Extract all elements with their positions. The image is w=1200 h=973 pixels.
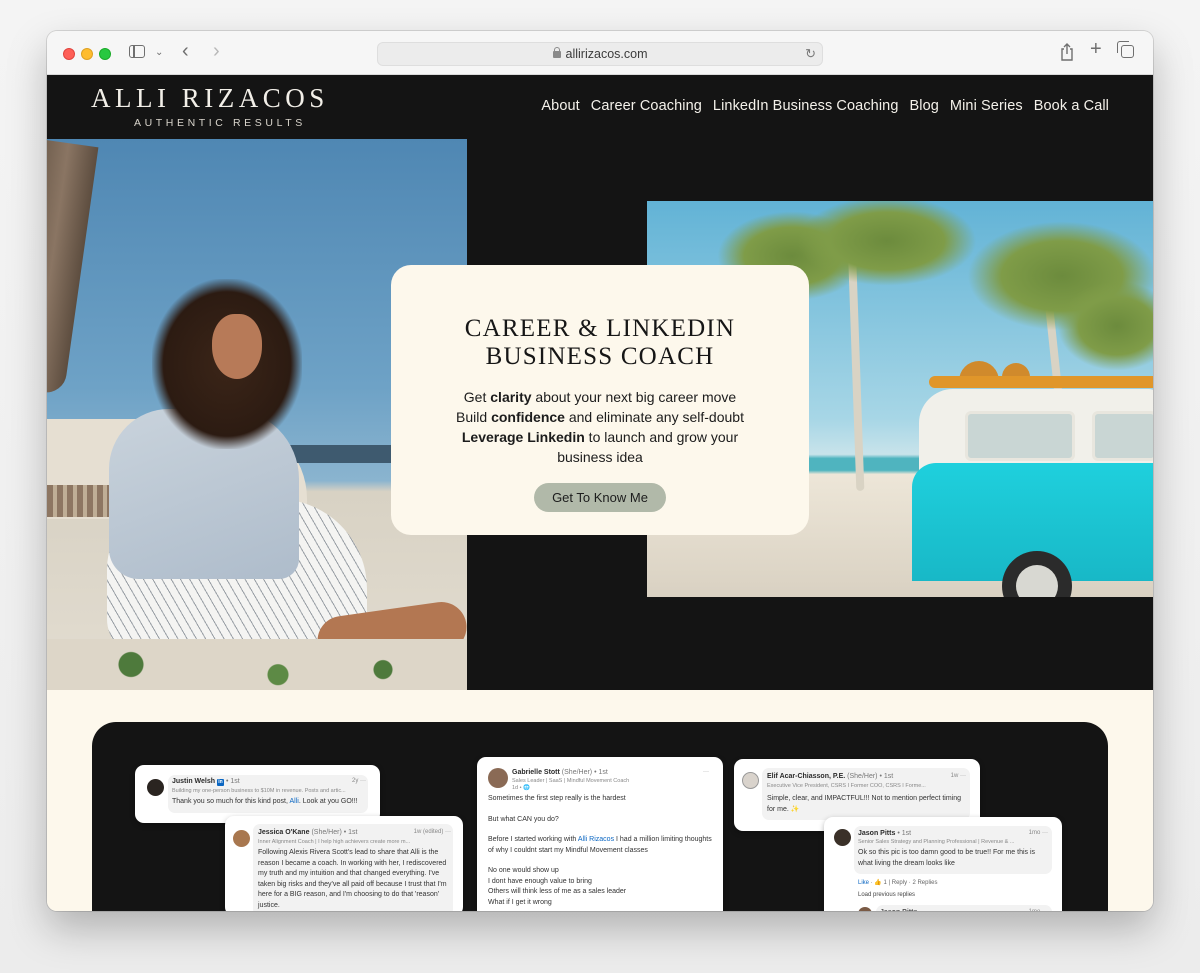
browser-toolbar: ⌄ ‹ › allirizacos.com ↻ + xyxy=(47,31,1153,75)
nav-mini-series[interactable]: Mini Series xyxy=(950,98,1023,114)
hero-title: CAREER & LINKEDIN BUSINESS COACH xyxy=(464,315,736,370)
avatar xyxy=(488,768,508,788)
avatar xyxy=(147,779,164,796)
commenter-name: Elif Acar-Chiasson, P.E. (She/Her) • 1st xyxy=(767,773,894,780)
testimonial-card: Justin Welsh in • 1st Building my one-pe… xyxy=(135,765,380,823)
post-paragraph: Before I started working with Alli Rizac… xyxy=(488,836,712,854)
site-header: ALLI RIZACOS AUTHENTIC RESULTS About Car… xyxy=(47,75,1153,139)
commenter-headline: Inner Alignment Coach | I help high achi… xyxy=(258,839,411,845)
mention-link[interactable]: Alli Rizacos xyxy=(578,836,614,843)
nav-book-a-call[interactable]: Book a Call xyxy=(1034,98,1109,114)
commenter-headline: Sales Leader | SaaS | Mindful Movement C… xyxy=(512,778,630,784)
testimonials-section: Justin Welsh in • 1st Building my one-pe… xyxy=(47,690,1153,911)
value-prop: Leverage Linkedin to launch and grow you… xyxy=(461,429,739,465)
nav-career-coaching[interactable]: Career Coaching xyxy=(591,98,702,114)
load-previous-replies[interactable]: Load previous replies xyxy=(858,892,915,898)
nested-commenter-name: Jason Pitts xyxy=(880,909,917,911)
minimize-window-button[interactable] xyxy=(81,48,93,60)
commenter-headline: Senior Sales Strategy and Planning Profe… xyxy=(858,839,1015,845)
linkedin-icon: in xyxy=(217,779,224,786)
commenter-name: Gabrielle Stott (She/Her) • 1st xyxy=(512,769,608,776)
back-icon[interactable]: ‹ xyxy=(182,41,189,61)
avatar xyxy=(233,830,250,847)
nav-linkedin-business-coaching[interactable]: LinkedIn Business Coaching xyxy=(713,98,899,114)
avatar xyxy=(858,907,872,911)
reload-icon[interactable]: ↻ xyxy=(805,46,816,62)
value-prop: Build confidence and eliminate any self-… xyxy=(456,409,744,425)
sidebar-toggle-icon[interactable] xyxy=(129,45,145,58)
commenter-headline: Building my one-person business to $10M … xyxy=(172,788,346,794)
zoom-window-button[interactable] xyxy=(99,48,111,60)
get-to-know-me-button[interactable]: Get To Know Me xyxy=(534,483,666,512)
post-paragraph: Sometimes the first step really is the h… xyxy=(488,795,626,802)
commenter-name: Jason Pitts • 1st xyxy=(858,830,912,837)
comment-text: Ok so this pic is too damn good to be tr… xyxy=(858,849,1036,867)
close-window-button[interactable] xyxy=(63,48,75,60)
nested-comment-time: 1mo ··· xyxy=(1029,909,1048,911)
testimonial-card: Gabrielle Stott (She/Her) • 1st Sales Le… xyxy=(477,757,723,911)
commenter-name: Jessica O'Kane (She/Her) • 1st xyxy=(258,829,358,836)
testimonial-card: Jason Pitts • 1st Senior Sales Strategy … xyxy=(824,817,1062,911)
lock-icon xyxy=(552,47,561,58)
post-paragraph: But what CAN you do? xyxy=(488,815,559,823)
commenter-name: Justin Welsh in • 1st xyxy=(172,778,240,786)
testimonials-panel: Justin Welsh in • 1st Building my one-pe… xyxy=(92,722,1108,911)
avatar xyxy=(742,772,759,789)
address-bar[interactable]: allirizacos.com ↻ xyxy=(377,42,823,66)
comment-time: 1mo ··· xyxy=(1028,830,1048,836)
hero-card: CAREER & LINKEDIN BUSINESS COACH Get cla… xyxy=(391,265,809,535)
post-text: Sometimes the first step really is the h… xyxy=(488,794,716,911)
nav-blog[interactable]: Blog xyxy=(910,98,939,114)
chevron-down-icon[interactable]: ⌄ xyxy=(155,45,163,61)
new-tab-icon[interactable]: + xyxy=(1090,39,1102,59)
avatar xyxy=(834,829,851,846)
desktop-background: ⌄ ‹ › allirizacos.com ↻ + ALLI RIZACOS A… xyxy=(0,0,1200,973)
post-time: 1d • 🌐 xyxy=(512,785,530,791)
tab-overview-icon[interactable] xyxy=(1117,41,1134,58)
logo-tagline: AUTHENTIC RESULTS xyxy=(134,117,306,129)
reaction-icon: 👍 xyxy=(874,880,882,886)
comment-text: Thank you so much for this kind post, Al… xyxy=(172,798,358,805)
replies-link[interactable]: 2 Replies xyxy=(912,880,937,886)
like-button[interactable]: Like xyxy=(858,880,869,886)
more-options-icon[interactable]: ··· xyxy=(703,769,709,775)
comment-text: Simple, clear, and IMPACTFUL!!! Not to m… xyxy=(767,795,962,813)
comment-time: 1w (edited) ··· xyxy=(413,829,451,835)
hero-value-props: Get clarity about your next big career m… xyxy=(391,387,809,467)
comment-time: 2y ··· xyxy=(351,778,366,784)
hero-section: CAREER & LINKEDIN BUSINESS COACH Get cla… xyxy=(47,139,1153,690)
comment-time: 1w ··· xyxy=(950,773,966,779)
value-prop: Get clarity about your next big career m… xyxy=(463,389,737,405)
share-icon[interactable] xyxy=(1060,43,1074,65)
comment-text: Following Alexis Rivera Scott's lead to … xyxy=(258,849,447,909)
reply-button[interactable]: Reply xyxy=(892,880,907,886)
logo-title[interactable]: ALLI RIZACOS xyxy=(91,83,329,114)
nav-about[interactable]: About xyxy=(541,98,579,114)
post-paragraph: No one would show up I dont have enough v… xyxy=(488,867,627,906)
browser-window: ⌄ ‹ › allirizacos.com ↻ + ALLI RIZACOS A… xyxy=(47,31,1153,911)
url-text: allirizacos.com xyxy=(565,47,648,61)
comment-actions: Like · 👍 1 | Reply · 2 Replies xyxy=(858,880,938,886)
commenter-headline: Executive Vice President, CSRS I Former … xyxy=(767,783,926,789)
testimonial-card: Jessica O'Kane (She/Her) • 1st Inner Ali… xyxy=(225,816,463,911)
forward-icon[interactable]: › xyxy=(213,41,220,61)
main-nav: About Career Coaching LinkedIn Business … xyxy=(541,98,1109,114)
